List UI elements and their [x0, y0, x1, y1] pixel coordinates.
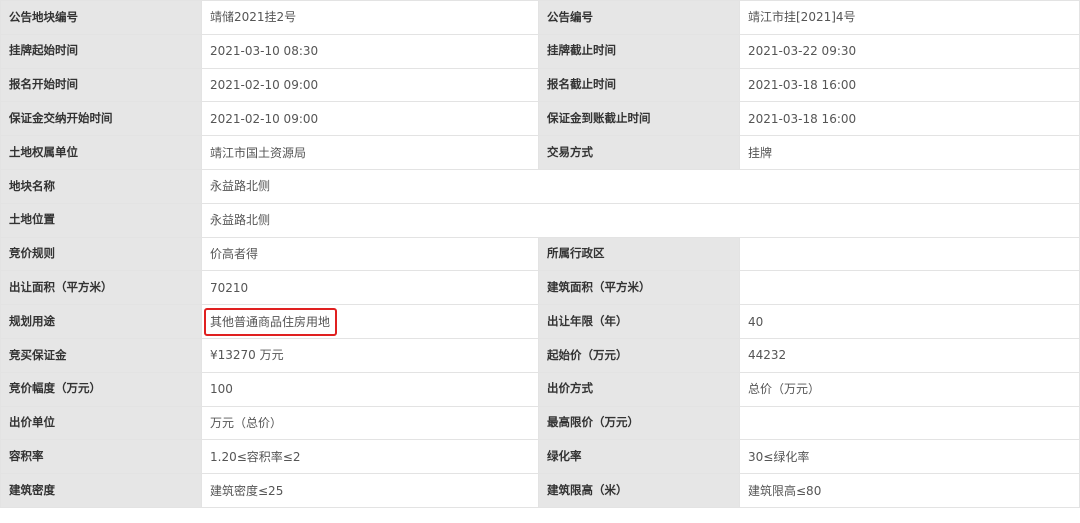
table-row: 容积率 1.20≤容积率≤2 绿化率 30≤绿化率 — [0, 439, 1080, 475]
field-value: 2021-02-10 09:00 — [201, 67, 539, 103]
field-label: 最高限价（万元） — [538, 405, 740, 441]
field-value: 2021-03-18 16:00 — [739, 101, 1080, 137]
table-row: 规划用途 其他普通商品住房用地 出让年限（年） 40 — [0, 304, 1080, 339]
field-value: 靖储2021挂2号 — [201, 0, 539, 35]
field-label: 挂牌起始时间 — [0, 33, 202, 69]
field-value: 2021-03-22 09:30 — [739, 33, 1080, 69]
table-row: 竞买保证金 ¥13270 万元 起始价（万元） 44232 — [0, 337, 1080, 373]
field-label: 公告地块编号 — [0, 0, 202, 35]
table-row: 报名开始时间 2021-02-10 09:00 报名截止时间 2021-03-1… — [0, 67, 1080, 103]
field-label: 容积率 — [0, 439, 202, 475]
field-value: 价高者得 — [201, 236, 539, 272]
field-label: 保证金到账截止时间 — [538, 101, 740, 137]
field-label: 竞价幅度（万元） — [0, 371, 202, 407]
table-row: 竞价幅度（万元） 100 出价方式 总价（万元） — [0, 371, 1080, 407]
field-value: 万元（总价） — [201, 405, 539, 441]
table-row: 出让面积（平方米） 70210 建筑面积（平方米） — [0, 270, 1080, 306]
table-row: 挂牌起始时间 2021-03-10 08:30 挂牌截止时间 2021-03-2… — [0, 33, 1080, 69]
field-label: 保证金交纳开始时间 — [0, 101, 202, 137]
field-value: 2021-03-10 08:30 — [201, 33, 539, 69]
field-label: 建筑限高（米） — [538, 473, 740, 508]
field-label: 出价单位 — [0, 405, 202, 441]
field-label: 报名开始时间 — [0, 67, 202, 103]
field-value: 70210 — [201, 270, 539, 306]
field-value: 建筑限高≤80 — [739, 473, 1080, 508]
field-value — [739, 270, 1080, 306]
field-value: 2021-02-10 09:00 — [201, 101, 539, 137]
field-value: 44232 — [739, 337, 1080, 373]
field-value: 1.20≤容积率≤2 — [201, 439, 539, 475]
field-label: 绿化率 — [538, 439, 740, 475]
red-highlight-box: 其他普通商品住房用地 — [204, 307, 338, 336]
field-value: 30≤绿化率 — [739, 439, 1080, 475]
field-label: 规划用途 — [0, 304, 202, 339]
field-label: 报名截止时间 — [538, 67, 740, 103]
field-value — [739, 405, 1080, 441]
table-row: 土地权属单位 靖江市国土资源局 交易方式 挂牌 — [0, 135, 1080, 170]
field-label: 挂牌截止时间 — [538, 33, 740, 69]
field-value: 总价（万元） — [739, 371, 1080, 407]
table-row: 土地位置 永益路北侧 — [0, 202, 1080, 238]
field-label: 竞价规则 — [0, 236, 202, 272]
field-value: 靖江市国土资源局 — [201, 135, 539, 170]
table-row: 建筑密度 建筑密度≤25 建筑限高（米） 建筑限高≤80 — [0, 473, 1080, 508]
highlighted-value-cell: 其他普通商品住房用地 — [201, 304, 539, 339]
field-label: 土地权属单位 — [0, 135, 202, 170]
land-parcel-info-table: 公告地块编号 靖储2021挂2号 公告编号 靖江市挂[2021]4号 挂牌起始时… — [0, 0, 1080, 508]
field-label: 土地位置 — [0, 202, 202, 238]
field-label: 出价方式 — [538, 371, 740, 407]
field-value: 永益路北侧 — [201, 202, 1080, 238]
field-label: 出让面积（平方米） — [0, 270, 202, 306]
table-row: 保证金交纳开始时间 2021-02-10 09:00 保证金到账截止时间 202… — [0, 101, 1080, 137]
field-label: 竞买保证金 — [0, 337, 202, 373]
field-value: 40 — [739, 304, 1080, 339]
table-row: 公告地块编号 靖储2021挂2号 公告编号 靖江市挂[2021]4号 — [0, 0, 1080, 35]
table-row: 地块名称 永益路北侧 — [0, 168, 1080, 204]
field-value: 100 — [201, 371, 539, 407]
field-label: 所属行政区 — [538, 236, 740, 272]
table-row: 竞价规则 价高者得 所属行政区 — [0, 236, 1080, 272]
field-value: 挂牌 — [739, 135, 1080, 170]
table-row: 出价单位 万元（总价） 最高限价（万元） — [0, 405, 1080, 441]
field-label: 出让年限（年） — [538, 304, 740, 339]
field-label: 建筑密度 — [0, 473, 202, 508]
field-label: 交易方式 — [538, 135, 740, 170]
field-label: 地块名称 — [0, 168, 202, 204]
field-label: 起始价（万元） — [538, 337, 740, 373]
field-value: 靖江市挂[2021]4号 — [739, 0, 1080, 35]
field-value: ¥13270 万元 — [201, 337, 539, 373]
field-value — [739, 236, 1080, 272]
field-label: 建筑面积（平方米） — [538, 270, 740, 306]
field-value: 2021-03-18 16:00 — [739, 67, 1080, 103]
field-label: 公告编号 — [538, 0, 740, 35]
field-value: 建筑密度≤25 — [201, 473, 539, 508]
field-value: 永益路北侧 — [201, 168, 1080, 204]
